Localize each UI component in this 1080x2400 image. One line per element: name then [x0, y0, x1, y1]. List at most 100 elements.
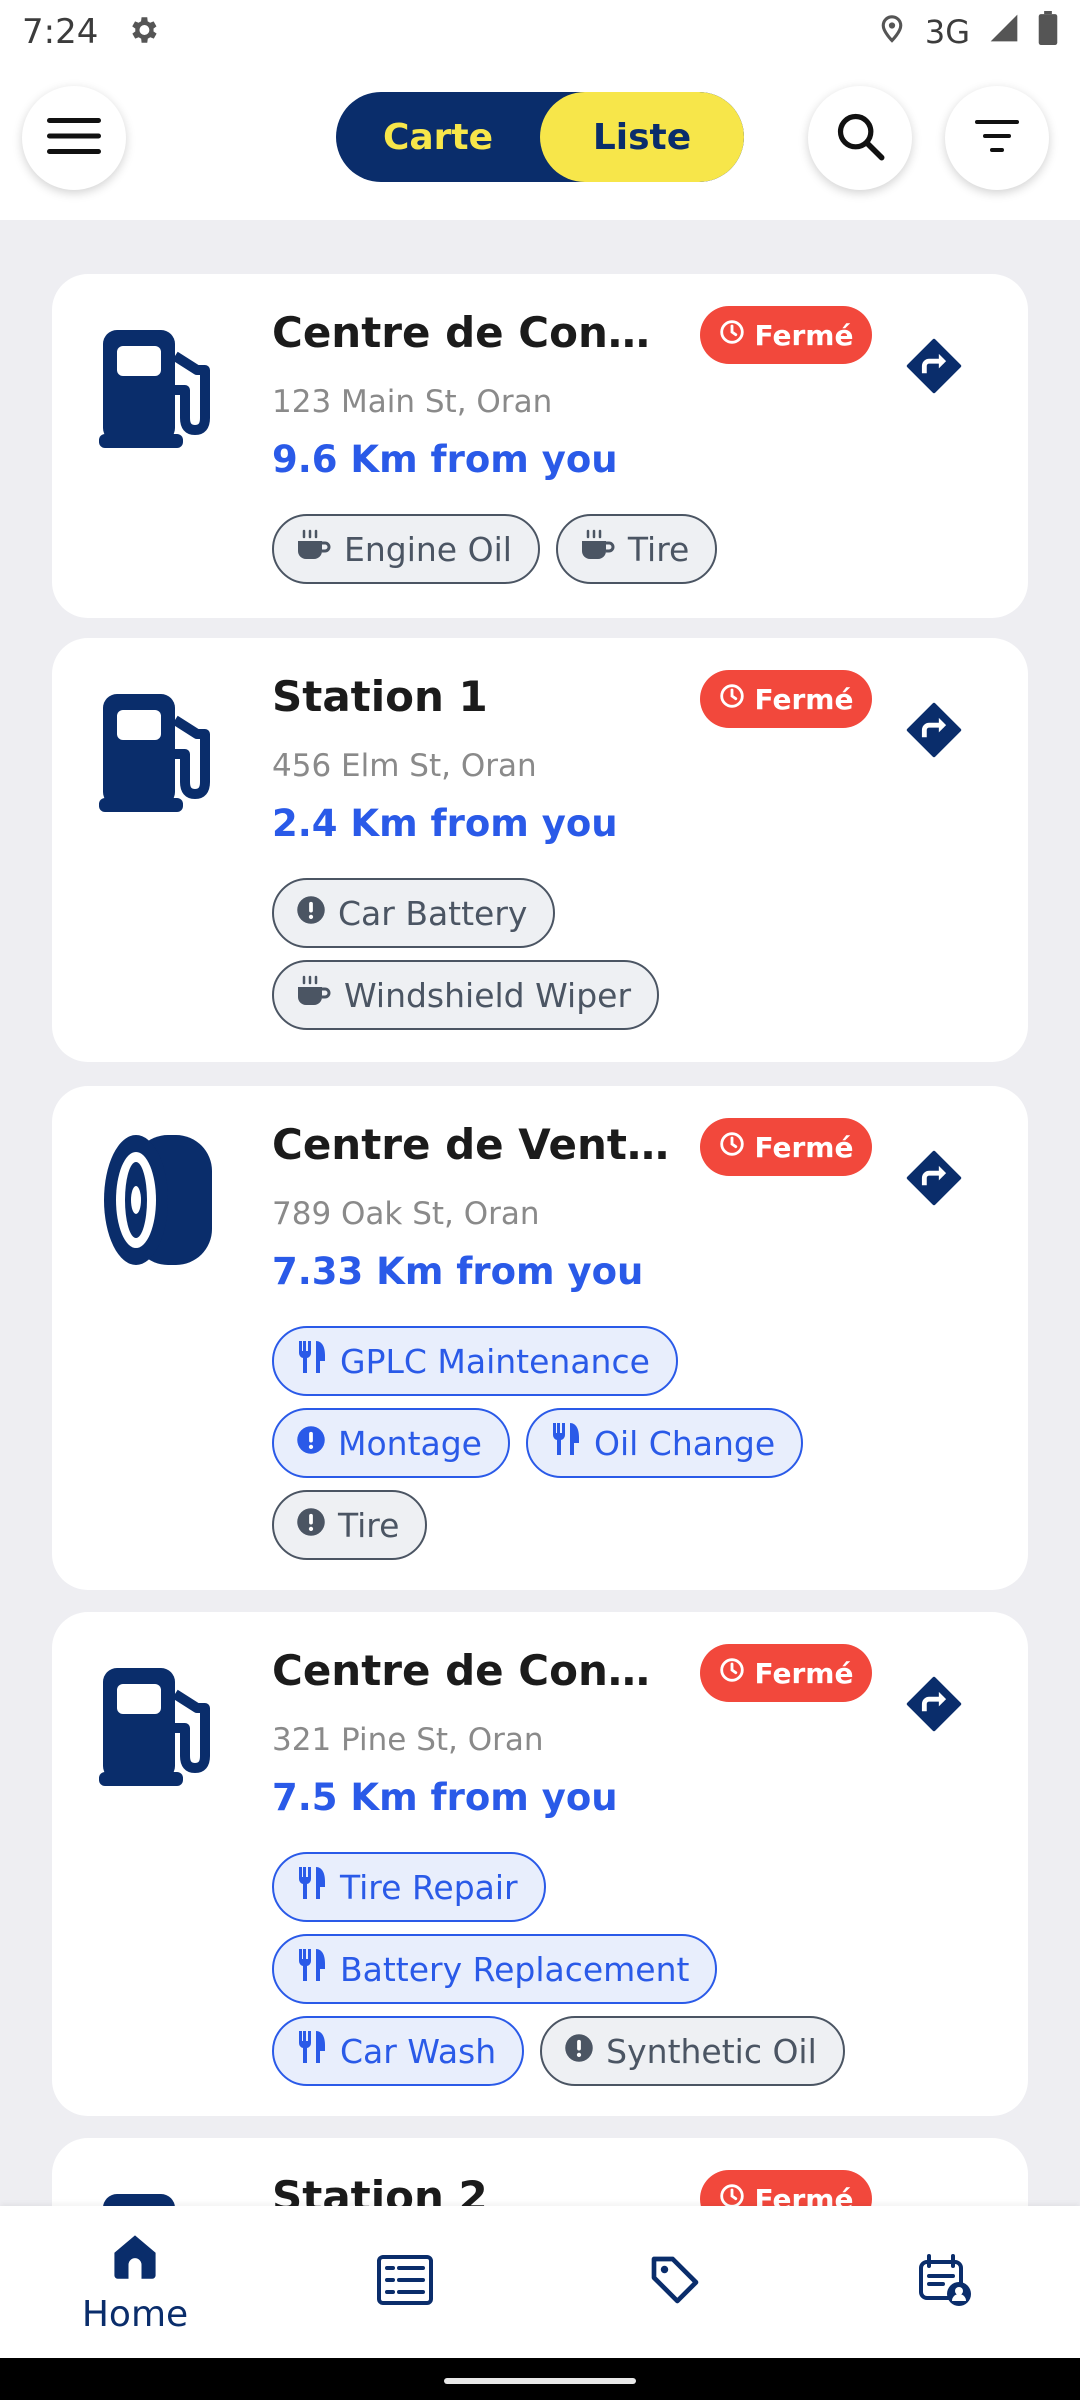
clock-icon: [719, 2183, 745, 2206]
fuel-pump-icon: [92, 1656, 232, 1796]
tag-icon: [647, 2252, 703, 2312]
home-gesture-handle[interactable]: [444, 2378, 636, 2384]
service-tag-label: Synthetic Oil: [606, 2031, 817, 2071]
tab-carte[interactable]: Carte: [336, 92, 540, 182]
station-distance: 2.4 Km from you: [272, 802, 618, 845]
alert-icon: [296, 1506, 326, 1545]
service-tag[interactable]: Car Battery: [272, 878, 556, 948]
service-tag[interactable]: Tire: [555, 514, 718, 584]
account-card-icon: [917, 2252, 973, 2312]
service-tag-label: Car Battery: [338, 893, 528, 933]
search-button[interactable]: [808, 86, 912, 190]
directions-icon: [905, 1149, 963, 1211]
utensils-icon: [296, 1947, 328, 1991]
status-time: 7:24: [22, 12, 99, 52]
utensils-icon: [296, 1865, 328, 1909]
station-card[interactable]: Centre de Conver… Fermé 321 Pine St, Ora…: [52, 1612, 1028, 2116]
utensils-icon: [296, 2029, 328, 2073]
service-tag[interactable]: Tire Repair: [272, 1852, 546, 1922]
hamburger-icon: [47, 116, 101, 160]
station-address: 789 Oak St, Oran: [272, 1196, 540, 1232]
clock-icon: [719, 683, 745, 716]
fuel-pump-icon: [92, 2182, 232, 2206]
coffee-icon: [296, 529, 332, 569]
service-tag-label: Oil Change: [594, 1423, 776, 1463]
station-title: Centre de Conver…: [272, 1646, 672, 1695]
nav-offers[interactable]: [540, 2206, 810, 2358]
nav-account[interactable]: [810, 2206, 1080, 2358]
directions-button[interactable]: [902, 1148, 966, 1212]
service-tags: GPLC Maintenance Montage Oil Change Tire: [272, 1326, 912, 1560]
alert-icon: [564, 2032, 594, 2071]
status-label: Fermé: [754, 1656, 854, 1690]
nav-list[interactable]: [270, 2206, 540, 2358]
status-badge: Fermé: [700, 2170, 872, 2206]
service-tag[interactable]: Montage: [272, 1408, 510, 1478]
service-tag-label: Tire: [627, 529, 690, 569]
service-tag[interactable]: Car Wash: [272, 2016, 525, 2086]
station-distance: 9.6 Km from you: [272, 438, 618, 481]
station-card[interactable]: Station 1 Fermé 456 Elm St, Oran 2.4 Km …: [52, 638, 1028, 1062]
search-icon: [834, 110, 886, 166]
service-tag-label: Windshield Wiper: [344, 975, 632, 1015]
status-label: Fermé: [754, 2182, 854, 2207]
station-card[interactable]: Centre de Conver… Fermé 123 Main St, Ora…: [52, 274, 1028, 618]
service-tag[interactable]: Tire: [272, 1490, 428, 1560]
utensils-icon: [296, 1339, 328, 1383]
station-title: Centre de Vente P…: [272, 1120, 672, 1169]
service-tag[interactable]: Windshield Wiper: [272, 960, 660, 1030]
filter-icon: [975, 118, 1019, 158]
directions-icon: [905, 701, 963, 763]
service-tag[interactable]: Oil Change: [526, 1408, 804, 1478]
directions-icon: [905, 1675, 963, 1737]
status-label: Fermé: [754, 682, 854, 716]
service-tag-label: GPLC Maintenance: [340, 1341, 650, 1381]
directions-button[interactable]: [902, 336, 966, 400]
alert-icon: [296, 894, 326, 933]
station-distance: 7.5 Km from you: [272, 1776, 618, 1819]
top-app-bar: Carte Liste: [0, 64, 1080, 220]
service-tag[interactable]: Battery Replacement: [272, 1934, 718, 2004]
status-label: Fermé: [754, 1130, 854, 1164]
settings-gear-icon: [126, 13, 160, 51]
service-tags: Tire Repair Battery Replacement Car Wash…: [272, 1852, 912, 2086]
status-label: Fermé: [754, 318, 854, 352]
clock-icon: [719, 319, 745, 352]
home-icon: [108, 2230, 162, 2286]
station-title: Station 2: [272, 2172, 488, 2206]
service-tag-label: Montage: [338, 1423, 482, 1463]
service-tag[interactable]: Engine Oil: [272, 514, 540, 584]
coffee-icon: [580, 529, 616, 569]
station-card[interactable]: Station 2 Fermé: [52, 2138, 1028, 2206]
clock-icon: [719, 1131, 745, 1164]
station-address: 321 Pine St, Oran: [272, 1722, 544, 1758]
service-tag-label: Engine Oil: [344, 529, 512, 569]
station-title: Centre de Conver…: [272, 308, 672, 357]
bottom-navigation: Home: [0, 2206, 1080, 2358]
service-tag-label: Car Wash: [340, 2031, 497, 2071]
status-badge: Fermé: [700, 1118, 872, 1176]
fuel-pump-icon: [92, 682, 232, 822]
directions-icon: [905, 337, 963, 399]
service-tag-label: Tire: [338, 1505, 400, 1545]
alert-icon: [296, 1424, 326, 1463]
filter-button[interactable]: [945, 86, 1049, 190]
network-type: 3G: [924, 13, 970, 51]
service-tag[interactable]: GPLC Maintenance: [272, 1326, 678, 1396]
status-bar: 7:24 3G: [0, 0, 1080, 64]
service-tag[interactable]: Synthetic Oil: [540, 2016, 845, 2086]
status-badge: Fermé: [700, 1644, 872, 1702]
tire-icon: [92, 1130, 232, 1270]
station-list: Centre de Conver… Fermé 123 Main St, Ora…: [0, 220, 1080, 2206]
utensils-icon: [550, 1421, 582, 1465]
service-tags: Car Battery Windshield Wiper: [272, 878, 692, 1030]
directions-button[interactable]: [902, 700, 966, 764]
service-tag-label: Battery Replacement: [340, 1949, 690, 1989]
menu-button[interactable]: [22, 86, 126, 190]
location-pin-icon: [877, 11, 907, 53]
nav-home[interactable]: Home: [0, 2206, 270, 2358]
station-card[interactable]: Centre de Vente P… Fermé 789 Oak St, Ora…: [52, 1086, 1028, 1590]
directions-button[interactable]: [902, 1674, 966, 1738]
station-address: 456 Elm St, Oran: [272, 748, 537, 784]
tab-liste[interactable]: Liste: [540, 92, 744, 182]
